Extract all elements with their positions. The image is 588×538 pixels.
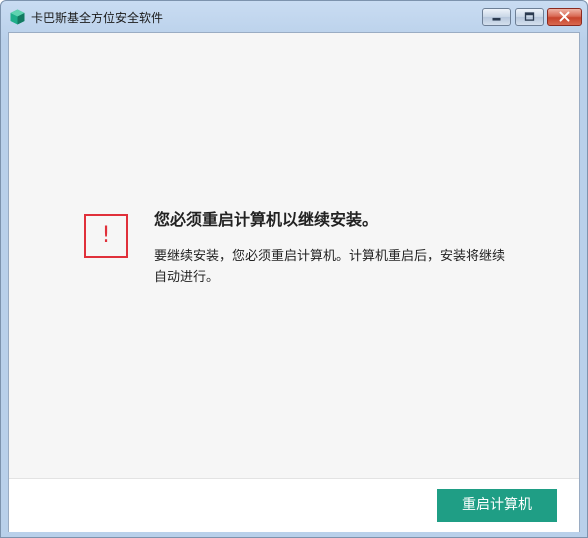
maximize-button[interactable] [515,8,544,26]
installer-window: 卡巴斯基全方位安全软件 ! 您必须重启计算机以继续安装。 要继续安装，您必须重启… [0,0,588,538]
kaspersky-app-icon [10,9,25,25]
footer-bar: 重启计算机 [9,478,579,532]
restart-computer-button[interactable]: 重启计算机 [437,489,557,522]
window-title: 卡巴斯基全方位安全软件 [31,11,164,25]
minimize-icon [492,17,501,21]
close-button[interactable] [547,8,582,26]
minimize-button[interactable] [482,8,511,26]
warning-icon: ! [84,214,128,258]
message-body: 要继续安装，您必须重启计算机。计算机重启后，安装将继续自动进行。 [154,249,506,285]
title-bar[interactable]: 卡巴斯基全方位安全软件 [1,1,587,32]
close-icon [559,11,570,22]
exclamation-mark: ! [101,223,111,248]
content-area: ! 您必须重启计算机以继续安装。 要继续安装，您必须重启计算机。计算机重启后，安… [8,32,580,532]
maximize-icon [524,12,535,21]
message-heading: 您必须重启计算机以继续安装。 [154,210,379,229]
